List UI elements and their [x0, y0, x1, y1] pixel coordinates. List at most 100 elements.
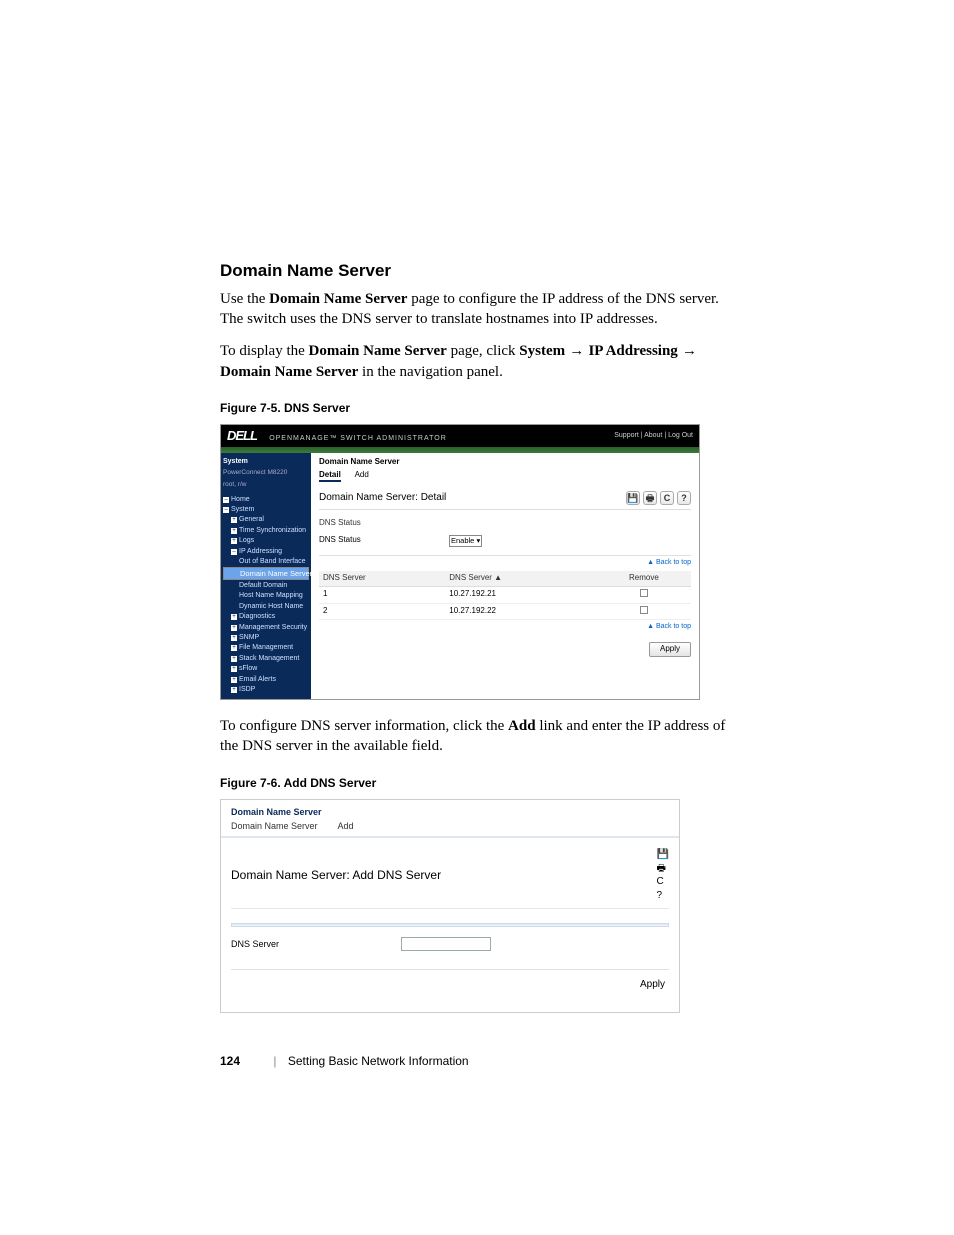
tree-toggle-icon[interactable]: +: [231, 677, 237, 683]
text-bold: Add: [508, 718, 536, 734]
app-topbar: DELL OPENMANAGE™ SWITCH ADMINISTRATOR Su…: [221, 425, 699, 447]
save-icon[interactable]: 💾: [626, 491, 640, 505]
page-footer: 124 | Setting Basic Network Information: [220, 1053, 734, 1069]
tab-detail[interactable]: Detail: [319, 470, 341, 482]
nav-item-label: Logs: [239, 537, 254, 544]
text: To display the: [220, 343, 309, 359]
navigation-paragraph: To display the Domain Name Server page, …: [220, 341, 734, 382]
nav-item[interactable]: +File Management: [223, 643, 309, 653]
help-icon[interactable]: ?: [677, 491, 691, 505]
save-icon[interactable]: 💾: [657, 848, 669, 862]
arrow-icon: →: [565, 342, 588, 359]
remove-checkbox[interactable]: [640, 589, 648, 597]
tree-toggle-icon[interactable]: +: [231, 538, 237, 544]
toolbar-icons: 💾 🖶 C ?: [657, 848, 669, 902]
cell-remove: [597, 603, 691, 620]
dns-status-select[interactable]: Enable ▾: [449, 535, 482, 547]
nav-item-label: Email Alerts: [239, 676, 276, 683]
col-dns-server[interactable]: DNS Server ▲: [445, 571, 597, 586]
panel-title: Domain Name Server: Detail: [319, 491, 446, 505]
nav-item-label: Diagnostics: [239, 613, 275, 620]
nav-item[interactable]: +Time Synchronization: [223, 525, 309, 535]
col-index[interactable]: DNS Server: [319, 571, 445, 586]
refresh-icon[interactable]: C: [657, 875, 669, 889]
text-bold: Domain Name Server: [269, 291, 407, 307]
tree-toggle-icon[interactable]: +: [231, 614, 237, 620]
back-to-top-link[interactable]: ▲ Back to top: [319, 558, 691, 567]
nav-item[interactable]: Dynamic Host Name: [223, 601, 309, 611]
section-heading: Domain Name Server: [220, 260, 734, 283]
text: To configure DNS server information, cli…: [220, 718, 508, 734]
nav-item[interactable]: –Home: [223, 494, 309, 504]
apply-button[interactable]: Apply: [649, 642, 691, 657]
tree-toggle-icon[interactable]: +: [231, 666, 237, 672]
nav-item[interactable]: +SNMP: [223, 632, 309, 642]
tree-toggle-icon[interactable]: –: [223, 507, 229, 513]
tree-toggle-icon[interactable]: +: [231, 528, 237, 534]
nav-item[interactable]: +ISDP: [223, 685, 309, 695]
nav-item-label: SNMP: [239, 634, 259, 641]
nav-item[interactable]: +Email Alerts: [223, 674, 309, 684]
footer-separator: |: [273, 1054, 276, 1068]
tab-domain-name-server[interactable]: Domain Name Server: [231, 821, 318, 831]
print-icon[interactable]: 🖶: [657, 862, 669, 876]
nav-item[interactable]: Out of Band Interface: [223, 557, 309, 567]
tree-toggle-icon[interactable]: +: [231, 635, 237, 641]
nav-item[interactable]: +General: [223, 515, 309, 525]
nav-item-label: Domain Name Server: [240, 569, 311, 578]
left-nav: System PowerConnect M8220 root, r/w –Hom…: [221, 453, 311, 699]
tab-add[interactable]: Add: [338, 821, 354, 831]
nav-item-label: File Management: [239, 644, 293, 651]
top-links[interactable]: Support | About | Log Out: [614, 431, 693, 440]
tree-toggle-icon[interactable]: –: [223, 497, 229, 503]
nav-item[interactable]: Default Domain: [223, 580, 309, 590]
nav-item-label: Management Security: [239, 624, 307, 631]
nav-item-label: General: [239, 516, 264, 523]
tree-toggle-icon[interactable]: +: [231, 645, 237, 651]
section-divider: [231, 923, 669, 927]
nav-item[interactable]: Domain Name Server: [223, 567, 309, 580]
app-tagline: OPENMANAGE™ SWITCH ADMINISTRATOR: [269, 435, 447, 442]
nav-item[interactable]: +Logs: [223, 536, 309, 546]
nav-item-label: IP Addressing: [239, 548, 282, 555]
remove-checkbox[interactable]: [640, 606, 648, 614]
nav-tree: –Home–System+General+Time Synchronizatio…: [223, 494, 309, 695]
cell-index: 1: [319, 586, 445, 603]
nav-item[interactable]: –IP Addressing: [223, 546, 309, 556]
nav-item[interactable]: +Management Security: [223, 622, 309, 632]
nav-item[interactable]: +Diagnostics: [223, 612, 309, 622]
tree-toggle-icon[interactable]: –: [231, 549, 237, 555]
text: in the navigation panel.: [358, 364, 503, 380]
page-number: 124: [220, 1054, 240, 1068]
text: Use the: [220, 291, 269, 307]
apply-button[interactable]: Apply: [640, 979, 665, 990]
nav-item[interactable]: +sFlow: [223, 664, 309, 674]
nav-item-label: Default Domain: [239, 582, 287, 589]
tree-toggle-icon[interactable]: +: [231, 656, 237, 662]
tree-toggle-icon[interactable]: +: [231, 517, 237, 523]
nav-item-label: Stack Management: [239, 655, 299, 662]
figure-7-6-screenshot: Domain Name Server Domain Name Server Ad…: [220, 799, 680, 1013]
figure-7-5-screenshot: DELL OPENMANAGE™ SWITCH ADMINISTRATOR Su…: [220, 424, 700, 700]
text-bold: System: [519, 343, 565, 359]
help-icon[interactable]: ?: [657, 889, 669, 903]
cell-index: 2: [319, 603, 445, 620]
dns-server-field-label: DNS Server: [231, 938, 401, 950]
dns-server-input[interactable]: [401, 937, 491, 951]
nav-item[interactable]: Host Name Mapping: [223, 591, 309, 601]
print-icon[interactable]: 🖶: [643, 491, 657, 505]
refresh-icon[interactable]: C: [660, 491, 674, 505]
main-panel: Domain Name Server Detail Add Domain Nam…: [311, 453, 699, 699]
nav-item-label: Time Synchronization: [239, 527, 306, 534]
tab-add[interactable]: Add: [355, 470, 369, 479]
nav-item-label: Out of Band Interface: [239, 558, 306, 565]
figure-7-5-caption: Figure 7-5. DNS Server: [220, 400, 734, 416]
tree-toggle-icon[interactable]: +: [231, 687, 237, 693]
nav-item[interactable]: +Stack Management: [223, 653, 309, 663]
nav-user: root, r/w: [223, 481, 309, 490]
breadcrumb: Domain Name Server: [221, 800, 679, 818]
nav-item[interactable]: –System: [223, 505, 309, 515]
tab-row: Detail Add: [319, 470, 691, 481]
back-to-top-link[interactable]: ▲ Back to top: [319, 622, 691, 631]
tree-toggle-icon[interactable]: +: [231, 625, 237, 631]
